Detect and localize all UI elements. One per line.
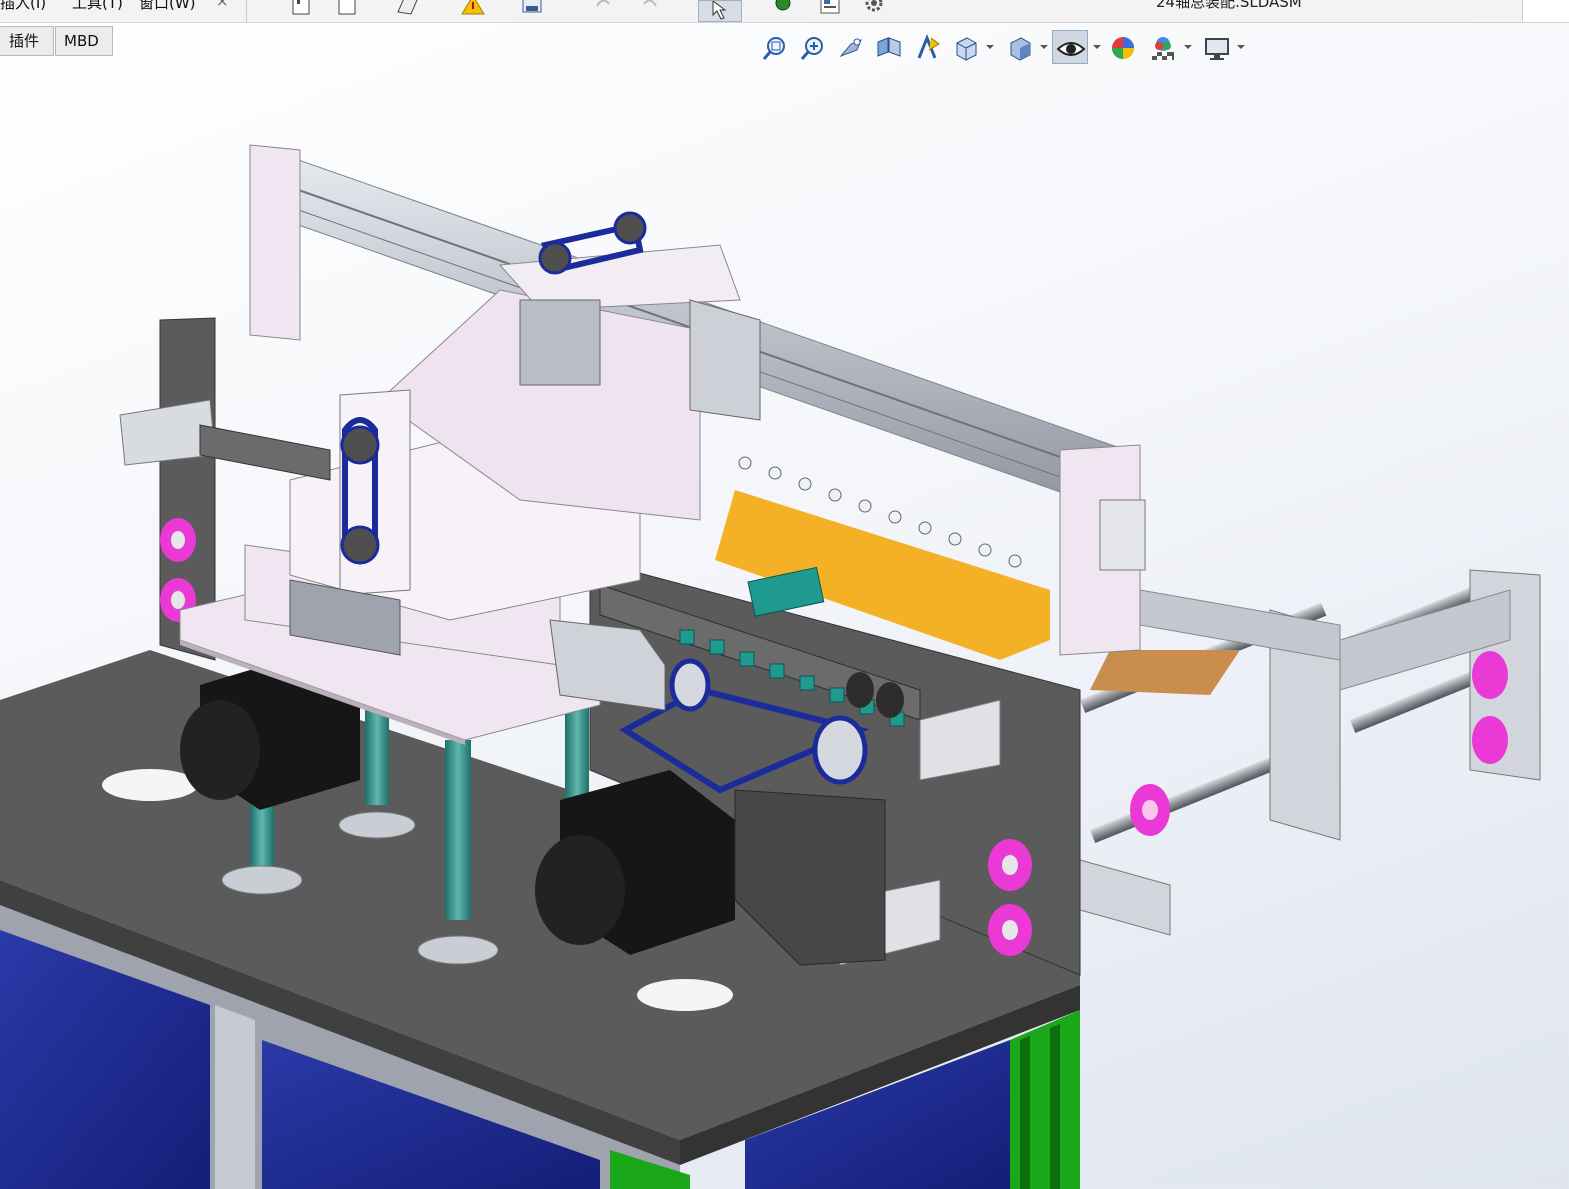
apply-scene-icon bbox=[1152, 37, 1174, 60]
tab-mbd[interactable]: MBD bbox=[55, 26, 113, 56]
view-settings-button[interactable] bbox=[1200, 30, 1232, 64]
open-document-icon[interactable] bbox=[336, 0, 360, 16]
apply-scene-dropdown-icon[interactable] bbox=[1183, 42, 1193, 52]
traffic-light-icon[interactable] bbox=[772, 0, 794, 16]
zoom-to-fit-icon bbox=[762, 37, 785, 60]
zoom-to-area-button[interactable] bbox=[796, 30, 828, 64]
save-icon[interactable] bbox=[520, 0, 546, 16]
section-view-icon bbox=[877, 37, 901, 57]
display-style-icon bbox=[1010, 37, 1031, 61]
file-properties-icon[interactable] bbox=[818, 0, 844, 16]
view-orientation-dropdown-icon[interactable] bbox=[985, 42, 995, 52]
select-tool-button[interactable] bbox=[698, 0, 742, 22]
tab-addins-label: 插件 bbox=[9, 32, 40, 50]
dynamic-annotation-view-icon bbox=[917, 34, 940, 59]
dynamic-annotation-button[interactable] bbox=[910, 30, 942, 64]
hide-show-items-icon bbox=[1056, 42, 1086, 56]
side-linear-module bbox=[1079, 569, 1541, 936]
tab-mbd-label: MBD bbox=[64, 32, 99, 50]
close-menu-icon[interactable]: × bbox=[216, 0, 229, 10]
view-settings-dropdown-icon[interactable] bbox=[1236, 42, 1246, 52]
redo-icon[interactable] bbox=[640, 0, 660, 16]
view-orientation-icon bbox=[956, 37, 977, 61]
cursor-arrow-icon bbox=[712, 0, 727, 20]
hide-show-items-button[interactable] bbox=[1052, 30, 1088, 64]
view-orientation-button[interactable] bbox=[948, 30, 980, 64]
menu-window[interactable]: 窗口(W) bbox=[139, 0, 196, 13]
heads-up-view-toolbar bbox=[758, 30, 1248, 64]
previous-view-button[interactable] bbox=[834, 30, 866, 64]
toolbar-separator bbox=[246, 0, 247, 22]
graphics-area-3d-model[interactable] bbox=[0, 60, 1569, 1189]
settings-gear-icon[interactable] bbox=[862, 0, 886, 16]
display-style-button[interactable] bbox=[1002, 30, 1034, 64]
apply-scene-button[interactable] bbox=[1146, 30, 1178, 64]
menu-bar: 插入(I) 工具(T) 窗口(W) × 24轴总装配.SLDASM bbox=[0, 0, 1569, 23]
warning-icon[interactable] bbox=[460, 0, 486, 16]
new-document-icon[interactable] bbox=[290, 0, 314, 16]
display-style-dropdown-icon[interactable] bbox=[1039, 42, 1049, 52]
window-controls bbox=[1522, 0, 1569, 22]
rebuild-icon[interactable] bbox=[395, 0, 421, 16]
undo-icon[interactable] bbox=[593, 0, 613, 16]
document-title: 24轴总装配.SLDASM bbox=[1156, 0, 1302, 11]
edit-appearance-icon bbox=[1112, 37, 1134, 59]
zoom-to-area-icon bbox=[800, 37, 823, 60]
hide-show-dropdown-icon[interactable] bbox=[1092, 42, 1102, 52]
previous-view-icon bbox=[839, 38, 862, 58]
menu-insert[interactable]: 插入(I) bbox=[0, 0, 46, 13]
section-view-button[interactable] bbox=[872, 30, 904, 64]
tab-addins[interactable]: 插件 bbox=[0, 26, 54, 56]
view-settings-icon bbox=[1205, 38, 1229, 60]
edit-appearance-button[interactable] bbox=[1106, 30, 1138, 64]
zoom-to-fit-button[interactable] bbox=[758, 30, 790, 64]
menu-tools[interactable]: 工具(T) bbox=[72, 0, 123, 13]
